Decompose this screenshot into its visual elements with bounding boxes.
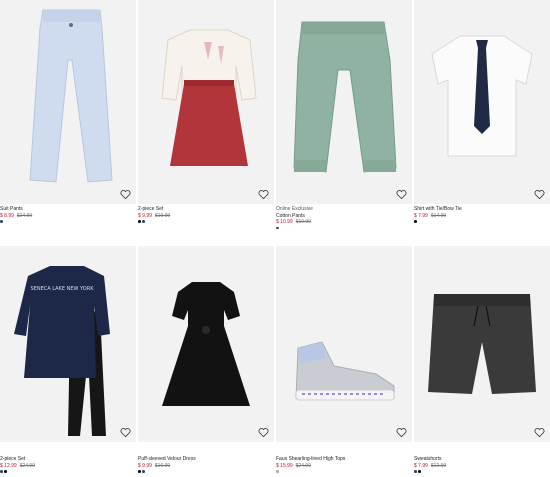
sale-price: $ 9.99 bbox=[138, 462, 152, 469]
product-info: 2-piece Set $ 9.99 $19.99 bbox=[138, 206, 170, 224]
heart-icon[interactable] bbox=[120, 189, 131, 200]
green-cotton-pants-image bbox=[293, 21, 397, 173]
color-swatches bbox=[138, 470, 196, 474]
original-price: $19.99 bbox=[154, 212, 171, 219]
heart-icon[interactable] bbox=[258, 189, 269, 200]
product-image[interactable] bbox=[276, 0, 412, 204]
top-and-tulle-skirt-image bbox=[161, 29, 257, 166]
product-badge: Online Exclusive bbox=[276, 206, 313, 212]
product-grid: Suit Pants $ 8.99 $24.99 2-piece Set $ 9.… bbox=[0, 0, 550, 476]
sale-price: $ 10.99 bbox=[276, 219, 293, 225]
color-swatch[interactable] bbox=[4, 470, 7, 473]
color-swatch[interactable] bbox=[414, 220, 417, 223]
original-price: $12.99 bbox=[430, 462, 447, 469]
product-info: 2-piece Set $ 12.99 $24.99 bbox=[0, 456, 35, 474]
product-info: Suit Pants $ 8.99 $24.99 bbox=[0, 206, 32, 224]
product-info: Online Exclusive Cotton Pants $ 10.99 $19… bbox=[276, 206, 313, 231]
product-image[interactable]: SENECA LAKE NEW YORK bbox=[0, 246, 136, 442]
sale-price: $ 15.99 bbox=[276, 462, 293, 469]
heart-icon[interactable] bbox=[534, 189, 545, 200]
product-image[interactable] bbox=[0, 0, 136, 204]
sale-price: $ 8.99 bbox=[0, 212, 14, 219]
color-swatches bbox=[414, 470, 446, 474]
navy-dress-and-leggings-image: SENECA LAKE NEW YORK bbox=[14, 266, 110, 436]
color-swatch[interactable] bbox=[138, 470, 141, 473]
color-swatch[interactable] bbox=[276, 470, 279, 473]
heart-icon[interactable] bbox=[534, 427, 545, 438]
color-swatch[interactable] bbox=[0, 470, 3, 473]
heart-icon[interactable] bbox=[120, 427, 131, 438]
product-info: Faux Shearling-lined High Tops $ 15.99 $2… bbox=[276, 456, 345, 474]
heart-icon[interactable] bbox=[258, 427, 269, 438]
color-swatch[interactable] bbox=[138, 220, 141, 223]
color-swatch[interactable] bbox=[142, 220, 145, 223]
color-swatch[interactable] bbox=[142, 470, 145, 473]
sale-price: $ 12.99 bbox=[0, 462, 17, 469]
original-price: $16.99 bbox=[154, 462, 171, 469]
color-swatches bbox=[0, 220, 32, 224]
heart-icon[interactable] bbox=[396, 189, 407, 200]
product-image[interactable] bbox=[414, 246, 550, 442]
color-swatches bbox=[276, 470, 345, 474]
sale-price: $ 7.99 bbox=[414, 212, 428, 219]
color-swatches bbox=[0, 470, 35, 474]
product-info: Sweatshorts $ 7.99 $12.99 bbox=[414, 456, 446, 474]
product-image[interactable] bbox=[276, 246, 412, 442]
heart-icon[interactable] bbox=[396, 427, 407, 438]
product-info: Shirt with Tie/Bow Tie $ 7.99 $14.99 bbox=[414, 206, 462, 224]
color-swatches bbox=[276, 226, 313, 231]
sale-price: $ 7.99 bbox=[414, 462, 428, 469]
original-price: $24.99 bbox=[295, 462, 311, 469]
original-price: $24.99 bbox=[16, 212, 33, 219]
light-blue-pants-image bbox=[29, 9, 113, 183]
sale-price: $ 9.99 bbox=[138, 212, 152, 219]
shirt-print: SENECA LAKE NEW YORK bbox=[31, 286, 95, 292]
original-price: $14.99 bbox=[430, 212, 447, 219]
color-swatch[interactable] bbox=[418, 470, 421, 473]
white-shirt-with-tie-image bbox=[431, 35, 533, 157]
product-image[interactable] bbox=[138, 0, 274, 204]
color-swatches bbox=[414, 220, 462, 224]
original-price: $24.99 bbox=[19, 462, 35, 469]
product-info: Puff-sleeved Velour Dress $ 9.99 $16.99 bbox=[138, 456, 196, 474]
color-swatches bbox=[138, 220, 170, 224]
color-swatch[interactable] bbox=[0, 220, 3, 223]
silver-high-top-sneaker-image bbox=[295, 341, 395, 401]
color-swatch[interactable] bbox=[276, 226, 279, 229]
black-velour-dress-image bbox=[162, 282, 250, 406]
original-price: $19.99 bbox=[295, 219, 311, 225]
product-image[interactable] bbox=[414, 0, 550, 204]
color-swatch[interactable] bbox=[414, 470, 417, 473]
product-image[interactable] bbox=[138, 246, 274, 442]
grey-sweatshorts-image bbox=[428, 294, 536, 394]
